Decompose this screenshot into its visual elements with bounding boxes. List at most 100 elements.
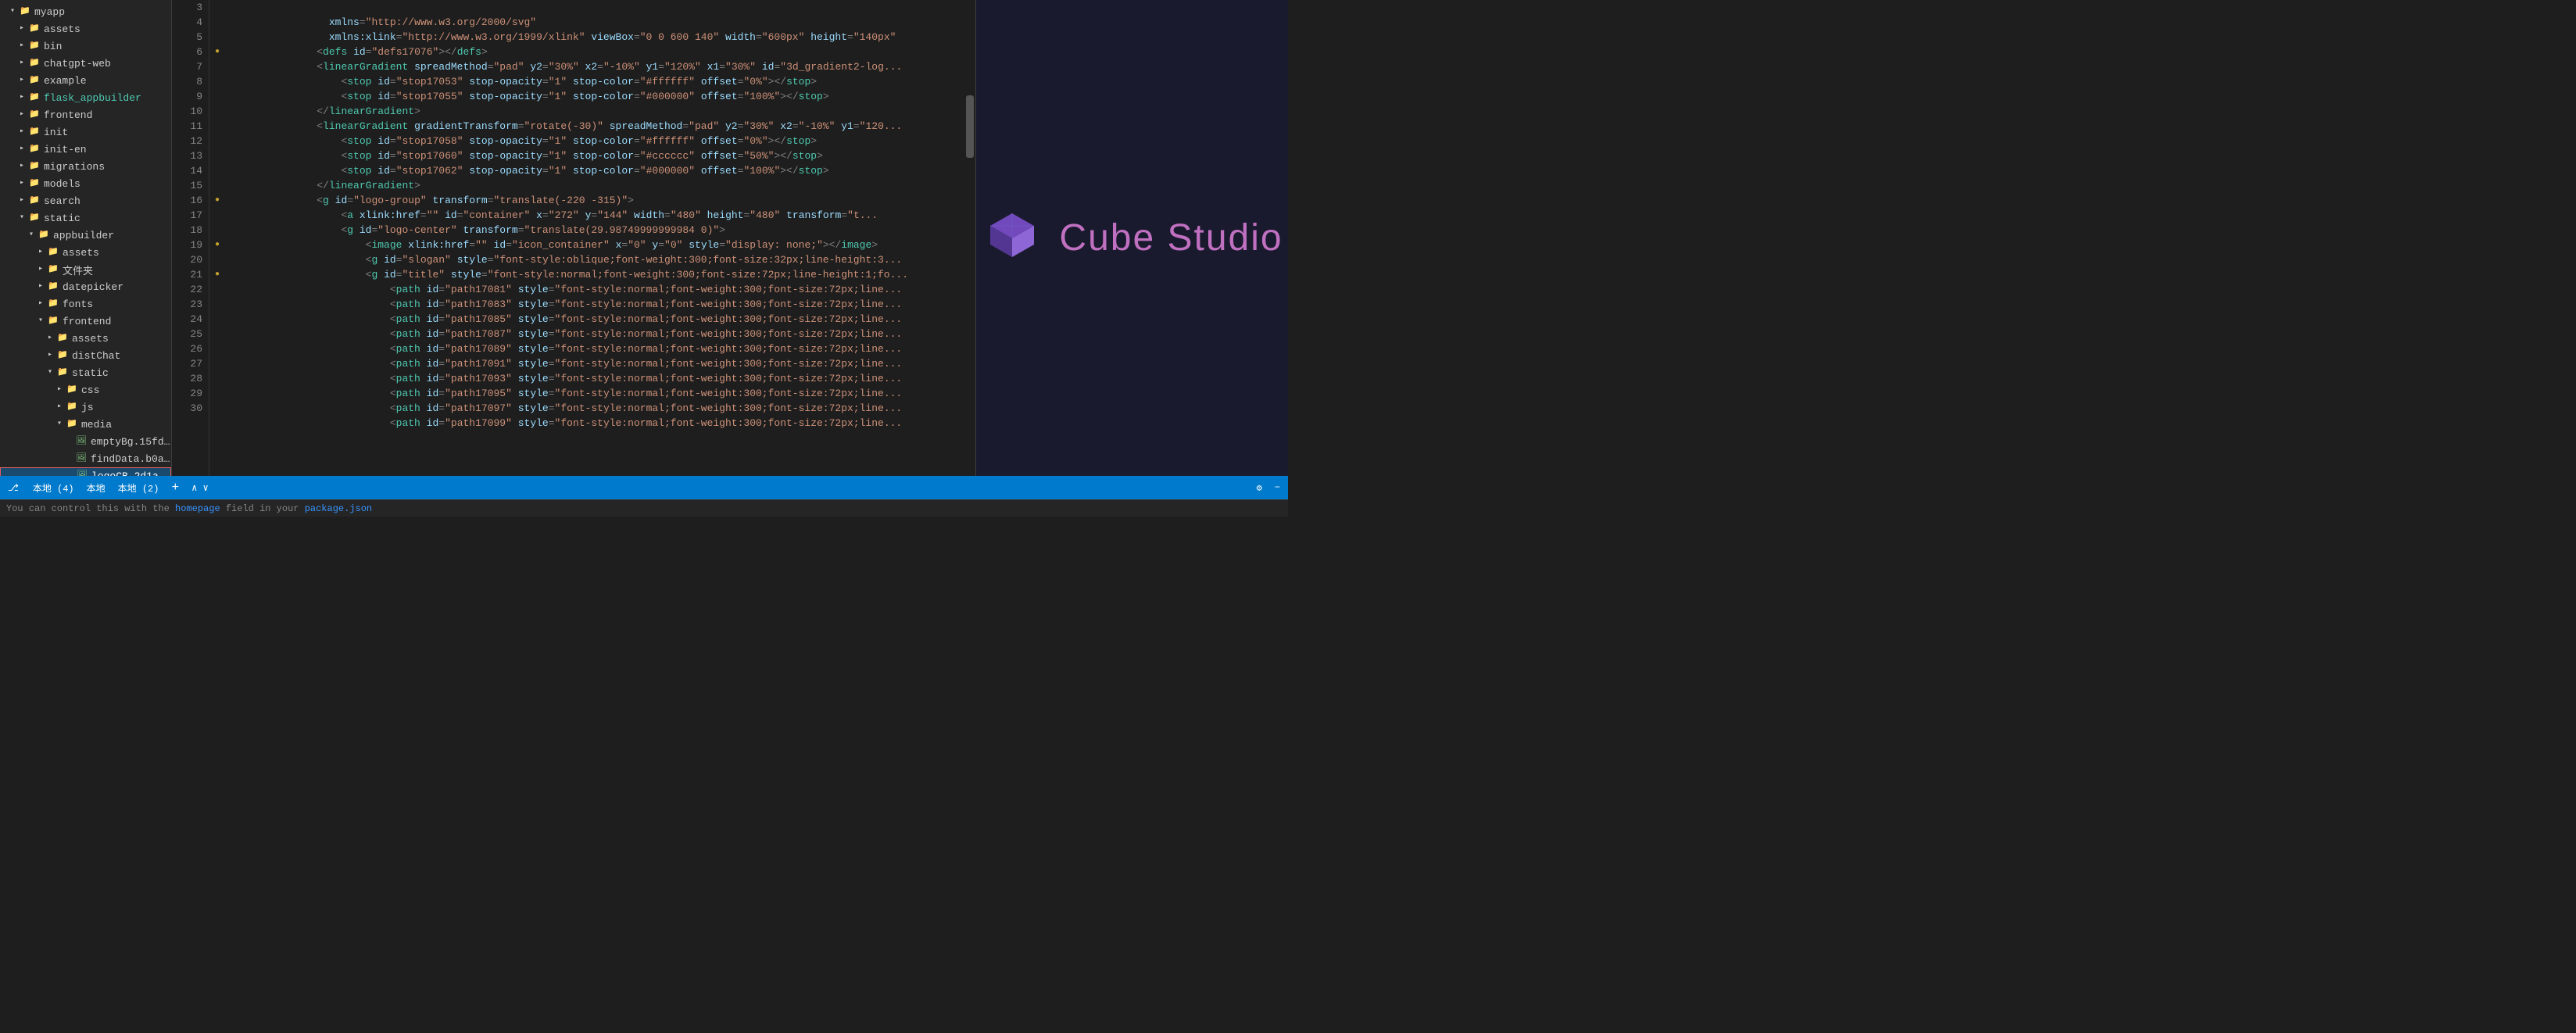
sidebar-item-assets3[interactable]: 📁 assets	[0, 330, 171, 347]
code-line-3: xmlns="http://www.w3.org/2000/svg"	[231, 0, 958, 15]
folder-icon-static: 📁	[28, 212, 41, 224]
line-numbers: 3 4 5 6 7 8 9 10 11 12 13 14 15 16 17 18…	[172, 0, 209, 476]
sidebar-item-static2[interactable]: 📁 static	[0, 364, 171, 381]
folder-icon-example: 📁	[28, 74, 41, 87]
label-assets2: assets	[63, 247, 99, 259]
file-explorer: 📁 myapp 📁 assets 📁 bin 📁 chatgpt-web 📁 e…	[0, 0, 172, 476]
folder-icon-media: 📁	[66, 418, 78, 431]
status-link-package[interactable]: package.json	[305, 503, 372, 514]
folder-icon-js: 📁	[66, 401, 78, 413]
label-example: example	[44, 75, 87, 87]
label-js: js	[81, 402, 94, 413]
sidebar-item-init-en[interactable]: 📁 init-en	[0, 141, 171, 158]
label-models: models	[44, 178, 80, 190]
sidebar-item-frontend2[interactable]: 📁 frontend	[0, 313, 171, 330]
vertical-scrollbar[interactable]	[964, 0, 975, 476]
settings-icon[interactable]: ⚙	[1257, 482, 1262, 494]
nav-buttons[interactable]: ∧ ∨	[191, 482, 209, 494]
folder-icon-distChat: 📁	[56, 349, 69, 362]
minimize-icon[interactable]: −	[1275, 482, 1280, 493]
sidebar-item-bin[interactable]: 📁 bin	[0, 38, 171, 55]
chevron-logoCB	[63, 470, 76, 476]
label-css: css	[81, 384, 99, 396]
label-appbuilder: appbuilder	[53, 230, 114, 241]
label-frontend2: frontend	[63, 316, 111, 327]
label-flask: flask_appbuilder	[44, 92, 141, 104]
sidebar-item-appbuilder[interactable]: 📁 appbuilder	[0, 227, 171, 244]
add-terminal-button[interactable]: +	[171, 481, 179, 495]
main-container: 📁 myapp 📁 assets 📁 bin 📁 chatgpt-web 📁 e…	[0, 0, 1288, 476]
label-init-en: init-en	[44, 144, 87, 155]
cube-icon	[981, 207, 1043, 270]
status-text: You can control this with the	[6, 503, 170, 514]
label-media: media	[81, 419, 112, 431]
chevron-models	[16, 177, 28, 190]
logo-text: Cube Studio	[1059, 216, 1283, 259]
label-logoCB: logoCB.2d1a8ac6d79bff7c...	[91, 470, 170, 477]
logo-preview-panel: Cube Studio	[975, 0, 1288, 476]
label-bin: bin	[44, 41, 62, 52]
chevron-findData	[63, 452, 75, 465]
sidebar-item-fonts[interactable]: 📁 fonts	[0, 295, 171, 313]
logo-preview: Cube Studio	[981, 207, 1283, 270]
label-wenjianku: 文件夹	[63, 263, 93, 277]
label-datepicker: datepicker	[63, 281, 123, 293]
sidebar-item-css[interactable]: 📁 css	[0, 381, 171, 399]
sidebar-item-distChat[interactable]: 📁 distChat	[0, 347, 171, 364]
folder-icon-css: 📁	[66, 384, 78, 396]
sidebar-item-example[interactable]: 📁 example	[0, 72, 171, 89]
chevron-appbuilder	[25, 229, 38, 241]
label-myapp: myapp	[34, 6, 65, 18]
label-distChat: distChat	[72, 350, 120, 362]
sidebar-item-search[interactable]: 📁 search	[0, 192, 171, 209]
sidebar-item-frontend[interactable]: 📁 frontend	[0, 106, 171, 123]
chevron-init	[16, 126, 28, 138]
label-frontend: frontend	[44, 109, 92, 121]
chevron-media	[53, 418, 66, 431]
label-search: search	[44, 195, 80, 207]
label-assets3: assets	[72, 333, 109, 345]
sidebar-item-logoCB[interactable]: 🖼 logoCB.2d1a8ac6d79bff7c...	[0, 467, 171, 476]
gutter: ● ● ● ●	[209, 0, 225, 476]
folder-icon-assets3: 📁	[56, 332, 69, 345]
branch1-label[interactable]: 本地 (4)	[33, 481, 74, 495]
sidebar-item-media[interactable]: 📁 media	[0, 416, 171, 433]
bottom-right-controls: ⚙ −	[1257, 482, 1280, 494]
chevron-frontend2	[34, 315, 47, 327]
label-assets: assets	[44, 23, 80, 35]
sidebar-item-init[interactable]: 📁 init	[0, 123, 171, 141]
folder-icon-chatgpt: 📁	[28, 57, 41, 70]
sidebar-item-flask[interactable]: 📁 flask_appbuilder	[0, 89, 171, 106]
chevron-flask	[16, 91, 28, 104]
sidebar-item-assets2[interactable]: 📁 assets	[0, 244, 171, 261]
sidebar-item-assets[interactable]: 📁 assets	[0, 20, 171, 38]
chevron-bin	[16, 40, 28, 52]
folder-icon-frontend2: 📁	[47, 315, 59, 327]
chevron-chatgpt	[16, 57, 28, 70]
sidebar-item-models[interactable]: 📁 models	[0, 175, 171, 192]
sidebar-item-js[interactable]: 📁 js	[0, 399, 171, 416]
sidebar-item-migrations[interactable]: 📁 migrations	[0, 158, 171, 175]
folder-icon-init: 📁	[28, 126, 41, 138]
chevron-assets2	[34, 246, 47, 259]
branch2-label[interactable]: 本地	[87, 481, 106, 495]
label-fonts: fonts	[63, 298, 93, 310]
label-static: static	[44, 213, 80, 224]
sidebar-item-myapp[interactable]: 📁 myapp	[0, 3, 171, 20]
status-link-homepage[interactable]: homepage	[175, 503, 220, 514]
sidebar-item-wenjianku[interactable]: 📁 文件夹	[0, 261, 171, 278]
branch3-label[interactable]: 本地 (2)	[118, 481, 159, 495]
folder-icon-flask: 📁	[28, 91, 41, 104]
sidebar-item-static[interactable]: 📁 static	[0, 209, 171, 227]
sidebar-item-findData[interactable]: 🖼 findData.b0a05be8356e8...	[0, 450, 171, 467]
sidebar-item-chatgpt-web[interactable]: 📁 chatgpt-web	[0, 55, 171, 72]
sidebar-item-emptyBg[interactable]: 🖼 emptyBg.15fdf5f3930978...	[0, 433, 171, 450]
sidebar-item-datepicker[interactable]: 📁 datepicker	[0, 278, 171, 295]
chevron-wenjianku	[34, 263, 47, 276]
folder-icon-frontend: 📁	[28, 109, 41, 121]
chevron-myapp	[6, 5, 19, 18]
editor-area: 3 4 5 6 7 8 9 10 11 12 13 14 15 16 17 18…	[172, 0, 975, 476]
code-editor[interactable]: xmlns="http://www.w3.org/2000/svg" xmlns…	[225, 0, 964, 476]
label-chatgpt: chatgpt-web	[44, 58, 111, 70]
chevron-init-en	[16, 143, 28, 155]
